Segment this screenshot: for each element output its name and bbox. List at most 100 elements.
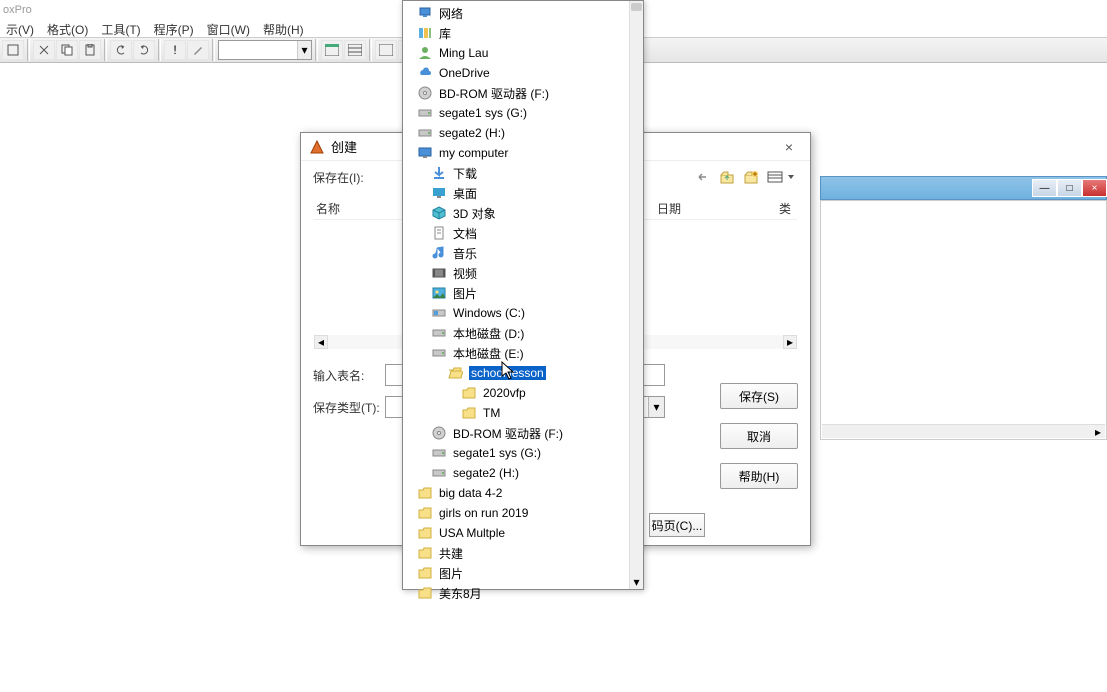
tree-item-label: 美东8月 [439,585,482,602]
tree-item-24[interactable]: big data 4-2 [417,483,629,503]
tree-item-8[interactable]: 下载 [417,163,629,183]
tree-item-20[interactable]: TM [417,403,629,423]
tree-item-6[interactable]: segate2 (H:) [417,123,629,143]
tree-item-29[interactable]: 美东8月 [417,583,629,603]
drive-icon [417,125,433,141]
tree-item-9[interactable]: 桌面 [417,183,629,203]
col-type[interactable]: 类 [757,200,797,217]
tree-item-28[interactable]: 图片 [417,563,629,583]
menu-program[interactable]: 程序(P) [150,19,198,36]
folder-icon [417,585,433,601]
run-icon[interactable]: ! [164,40,186,60]
menu-window[interactable]: 窗口(W) [203,19,254,36]
tree-item-5[interactable]: segate1 sys (G:) [417,103,629,123]
tree-item-21[interactable]: BD-ROM 驱动器 (F:) [417,423,629,443]
tree-item-23[interactable]: segate2 (H:) [417,463,629,483]
tree-item-label: Ming Lau [439,46,488,60]
tree-item-label: USA Multple [439,526,505,540]
tree-item-label: 库 [439,25,451,42]
tree-item-13[interactable]: 视频 [417,263,629,283]
disc-icon [417,85,433,101]
tree-item-label: 下载 [453,165,477,182]
tree-item-7[interactable]: my computer [417,143,629,163]
app-title: oxPro [3,4,32,16]
redo-icon[interactable] [133,40,155,60]
modify-icon[interactable] [187,40,209,60]
tree-item-label: 3D 对象 [453,205,496,222]
doc-icon [431,225,447,241]
tree-item-label: 图片 [453,285,477,302]
tree-item-25[interactable]: girls on run 2019 [417,503,629,523]
tree-item-label: school lesson [469,366,546,380]
dialog-title: 创建 [331,137,357,156]
tree-item-2[interactable]: Ming Lau [417,43,629,63]
nav-newfolder-button[interactable] [740,167,762,187]
minimize-button[interactable]: — [1032,179,1057,197]
tree-item-label: 2020vfp [483,386,526,400]
toolbar-combo[interactable]: ▾ [218,40,312,60]
undo-icon[interactable] [110,40,132,60]
tree-item-0[interactable]: 网络 [417,3,629,23]
maximize-button[interactable]: □ [1057,179,1082,197]
tree-item-26[interactable]: USA Multple [417,523,629,543]
drive-icon [417,105,433,121]
tree-item-label: 本地磁盘 (E:) [453,345,524,362]
picture-icon [431,285,447,301]
tree-item-16[interactable]: 本地磁盘 (D:) [417,323,629,343]
app-icon [309,139,325,155]
tree-item-10[interactable]: 3D 对象 [417,203,629,223]
tree-item-17[interactable]: 本地磁盘 (E:) [417,343,629,363]
cut-icon[interactable] [33,40,55,60]
toolbar-btn-9[interactable] [375,40,397,60]
toolbar-btn-1[interactable] [2,40,24,60]
folder-icon [461,405,477,421]
copy-icon[interactable] [56,40,78,60]
folder-icon [461,385,477,401]
user-icon [417,45,433,61]
help-button[interactable]: 帮助(H) [720,463,798,489]
tree-item-label: 共建 [439,545,463,562]
location-dropdown[interactable]: 网络库Ming LauOneDriveBD-ROM 驱动器 (F:)segate… [402,0,644,590]
tree-item-label: Windows (C:) [453,306,525,320]
tree-item-15[interactable]: Windows (C:) [417,303,629,323]
nav-view-button[interactable] [764,167,798,187]
tree-item-label: 网络 [439,5,463,22]
save-type-label: 保存类型(T): [313,399,385,416]
tree-item-label: 图片 [439,565,463,582]
codepage-button[interactable]: 码页(C)... [649,513,705,537]
cancel-button[interactable]: 取消 [720,423,798,449]
table-icon[interactable] [344,40,366,60]
h-scrollbar[interactable]: ▸ [822,424,1105,438]
nav-up-button[interactable] [716,167,738,187]
tree-item-19[interactable]: 2020vfp [417,383,629,403]
menu-view[interactable]: 示(V) [2,19,38,36]
download-icon [431,165,447,181]
tree-item-label: 桌面 [453,185,477,202]
menu-tools[interactable]: 工具(T) [97,19,144,36]
tree-item-22[interactable]: segate1 sys (G:) [417,443,629,463]
cube-icon [431,205,447,221]
tree-item-3[interactable]: OneDrive [417,63,629,83]
close-button[interactable]: × [1082,179,1107,197]
menu-format[interactable]: 格式(O) [43,19,92,36]
save-button[interactable]: 保存(S) [720,383,798,409]
col-date[interactable]: 日期 [657,200,757,217]
save-in-label: 保存在(I): [313,169,381,186]
form-icon[interactable] [321,40,343,60]
nav-back-button[interactable] [692,167,714,187]
win-icon [431,305,447,321]
tree-item-label: 文档 [453,225,477,242]
paste-icon[interactable] [79,40,101,60]
dialog-close-button[interactable]: × [776,138,802,156]
tree-item-14[interactable]: 图片 [417,283,629,303]
tree-item-label: TM [483,406,500,420]
dropdown-v-scrollbar[interactable]: ▾ [629,1,643,589]
tree-item-4[interactable]: BD-ROM 驱动器 (F:) [417,83,629,103]
tree-item-label: segate1 sys (G:) [439,106,527,120]
tree-item-18[interactable]: school lesson [417,363,629,383]
tree-item-1[interactable]: 库 [417,23,629,43]
tree-item-12[interactable]: 音乐 [417,243,629,263]
tree-item-27[interactable]: 共建 [417,543,629,563]
menu-help[interactable]: 帮助(H) [259,19,308,36]
tree-item-11[interactable]: 文档 [417,223,629,243]
